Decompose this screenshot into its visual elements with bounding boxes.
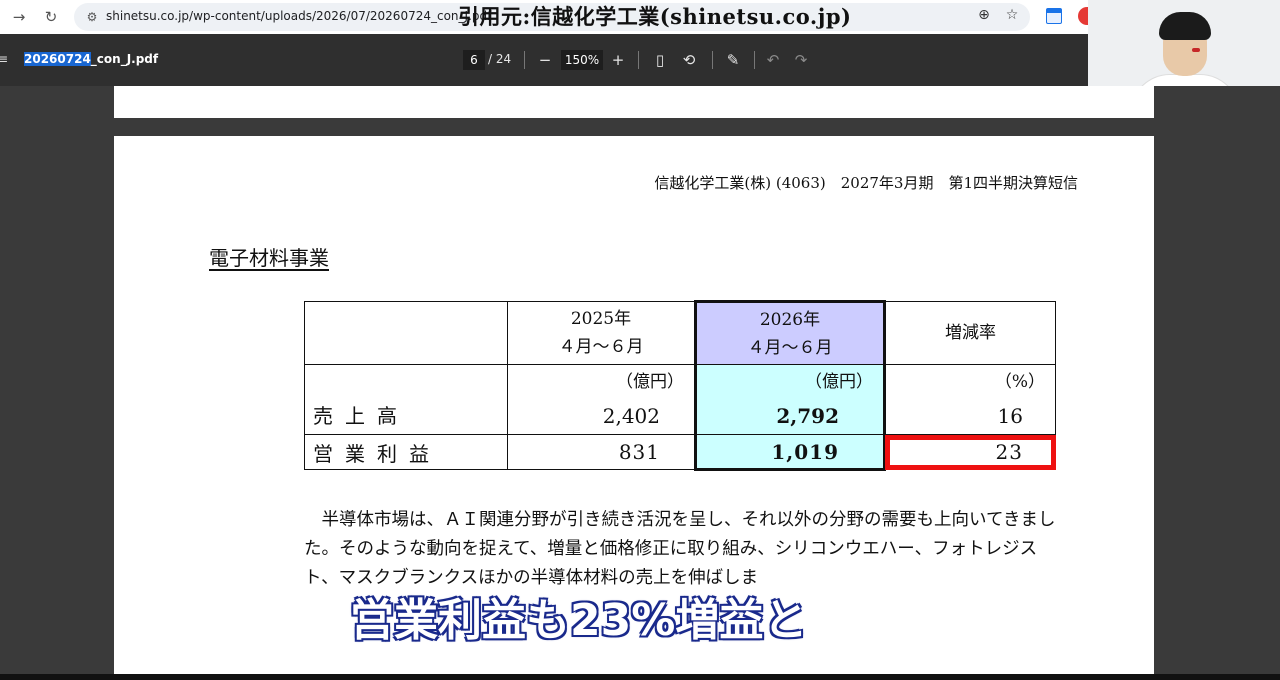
op-2025: 831 xyxy=(507,434,696,470)
sales-2026: 2,792 xyxy=(776,404,839,428)
header-2026-period: ４月～６月 xyxy=(747,337,833,358)
annotate-icon[interactable]: ✎ xyxy=(722,49,744,71)
op-2026: 1,019 xyxy=(694,434,886,471)
toolbar-divider xyxy=(754,51,755,69)
undo-icon[interactable]: ↶ xyxy=(762,49,784,71)
menu-icon[interactable]: ≡ xyxy=(0,52,8,66)
sales-2025-cell: （億円） 2,402 xyxy=(507,364,696,435)
source-caption: 引用元:信越化学工業(shinetsu.co.jp) xyxy=(458,4,852,29)
unit-yen-2025: （億円） xyxy=(616,372,684,392)
forward-arrow-icon[interactable]: → xyxy=(8,6,30,28)
toolbar-divider xyxy=(712,51,713,69)
op-rate-highlighted: 23 xyxy=(884,434,1056,470)
section-title: 電子材料事業 xyxy=(209,246,329,270)
body-paragraph: 半導体市場は、ＡＩ関連分野が引き続き活況を呈し、それ以外の分野の需要も上向いてき… xyxy=(304,510,1056,588)
header-2025-period: ４月～６月 xyxy=(558,337,644,357)
header-rate: 増減率 xyxy=(884,301,1056,365)
presenter-hair xyxy=(1159,12,1211,40)
toolbar-divider xyxy=(638,51,639,69)
unit-yen-2026: （億円） xyxy=(805,372,873,392)
toolbar-divider xyxy=(524,51,525,69)
url-text[interactable]: shinetsu.co.jp/wp-content/uploads/2026/0… xyxy=(106,9,491,23)
site-info-icon[interactable]: ⚙ xyxy=(84,9,100,25)
header-2025-year: 2025年 xyxy=(570,309,632,329)
file-name-rest: _con_J.pdf xyxy=(90,52,159,66)
file-name-selection: 20260724 xyxy=(24,52,91,66)
pdf-page-previous xyxy=(114,86,1154,118)
zoom-in-button[interactable]: + xyxy=(607,49,629,71)
header-2025: 2025年 ４月～６月 xyxy=(507,301,696,365)
row-op-label-cell: 営業利益 xyxy=(304,434,508,470)
bottom-bar xyxy=(0,674,1280,680)
sales-2025: 2,402 xyxy=(602,404,660,428)
fit-page-icon[interactable]: ▯ xyxy=(649,49,671,71)
bookmark-star-icon[interactable]: ☆ xyxy=(1003,6,1021,24)
video-subtitle: 営業利益も23%増益と xyxy=(349,594,808,647)
row-sales-label-cell: 売上高 xyxy=(304,364,508,435)
financial-table: 2025年 ４月～６月 2026年 ４月～６月 増減率 売上高 （億円） 2,4… xyxy=(304,300,1056,471)
document-header: 信越化学工業(株) (4063) 2027年3月期 第1四半期決算短信 xyxy=(654,174,1078,192)
sales-rate: 16 xyxy=(997,404,1023,428)
page-total: / 24 xyxy=(488,52,512,66)
row-label-sales: 売上高 xyxy=(313,404,409,428)
page-number-input[interactable]: 6 xyxy=(463,50,485,70)
calendar-extension-icon[interactable] xyxy=(1046,8,1062,24)
redo-icon[interactable]: ↷ xyxy=(790,49,812,71)
zoom-input[interactable]: 150% xyxy=(561,50,603,70)
sales-rate-cell: （%） 16 xyxy=(884,364,1056,435)
row-label-operating-profit: 営業利益 xyxy=(313,441,441,466)
table-corner-cell xyxy=(304,301,508,365)
zoom-out-button[interactable]: − xyxy=(534,49,556,71)
rotate-icon[interactable]: ⟲ xyxy=(678,49,700,71)
unit-percent: （%） xyxy=(994,372,1045,392)
pdf-toolbar: ≡ 20260724_con_J.pdf 6 / 24 − 150% + ▯ ⟲… xyxy=(0,34,1090,86)
sales-2026-cell: （億円） 2,792 xyxy=(694,364,886,435)
headset-mic-icon xyxy=(1192,48,1200,52)
header-2026-year: 2026年 xyxy=(759,309,821,330)
header-2026: 2026年 ４月～６月 xyxy=(694,300,886,365)
reload-icon[interactable]: ↻ xyxy=(40,6,62,28)
pdf-file-name: 20260724_con_J.pdf xyxy=(24,52,158,66)
zoom-icon[interactable]: ⊕ xyxy=(975,6,993,24)
